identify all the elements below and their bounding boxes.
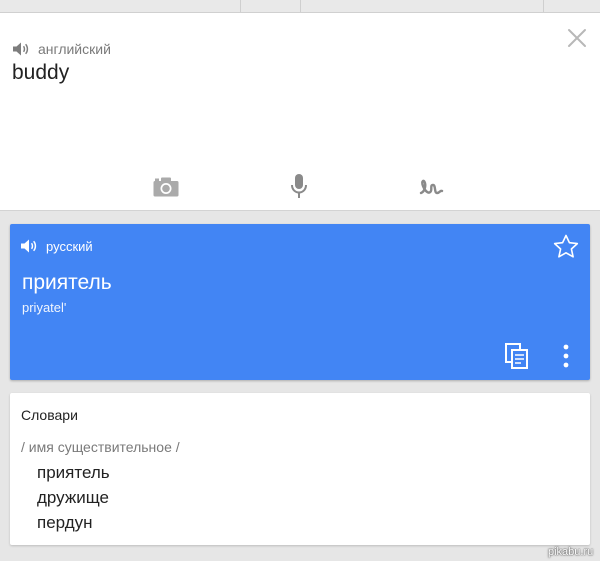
transliteration-text: priyatel': [22, 300, 67, 315]
handwriting-icon[interactable]: [415, 171, 449, 203]
speaker-icon[interactable]: [20, 238, 38, 254]
source-language-row: английский: [12, 41, 111, 57]
input-tools-bar: [0, 171, 600, 203]
close-icon[interactable]: [566, 27, 588, 49]
target-language-row: русский: [20, 238, 93, 254]
dictionary-entry[interactable]: приятель: [37, 460, 110, 485]
tab-divider: [543, 0, 544, 12]
microphone-icon[interactable]: [282, 171, 316, 203]
dictionary-entry-list: приятель дружище пердун: [37, 460, 110, 535]
dictionary-entry[interactable]: пердун: [37, 510, 110, 535]
top-tab-strip: [0, 0, 600, 13]
dictionary-title: Словари: [21, 407, 78, 423]
tab-divider: [240, 0, 241, 12]
translation-text: приятель: [22, 271, 112, 294]
dictionary-entry[interactable]: дружище: [37, 485, 110, 510]
source-language-label[interactable]: английский: [38, 41, 111, 57]
more-vert-icon[interactable]: [558, 342, 574, 370]
star-icon[interactable]: [552, 233, 580, 261]
watermark: pikabu.ru: [548, 546, 594, 558]
translation-card[interactable]: русский приятель priyatel': [10, 224, 590, 380]
source-card: английский buddy: [0, 13, 600, 211]
copy-icon[interactable]: [504, 342, 530, 370]
target-language-label[interactable]: русский: [46, 239, 93, 254]
speaker-icon[interactable]: [12, 41, 30, 57]
dictionary-card: Словари / имя существительное / приятель…: [10, 393, 590, 545]
source-text-input[interactable]: buddy: [12, 61, 69, 85]
camera-icon[interactable]: [149, 171, 183, 203]
part-of-speech-label: / имя существительное /: [21, 439, 180, 455]
tab-divider: [300, 0, 301, 12]
